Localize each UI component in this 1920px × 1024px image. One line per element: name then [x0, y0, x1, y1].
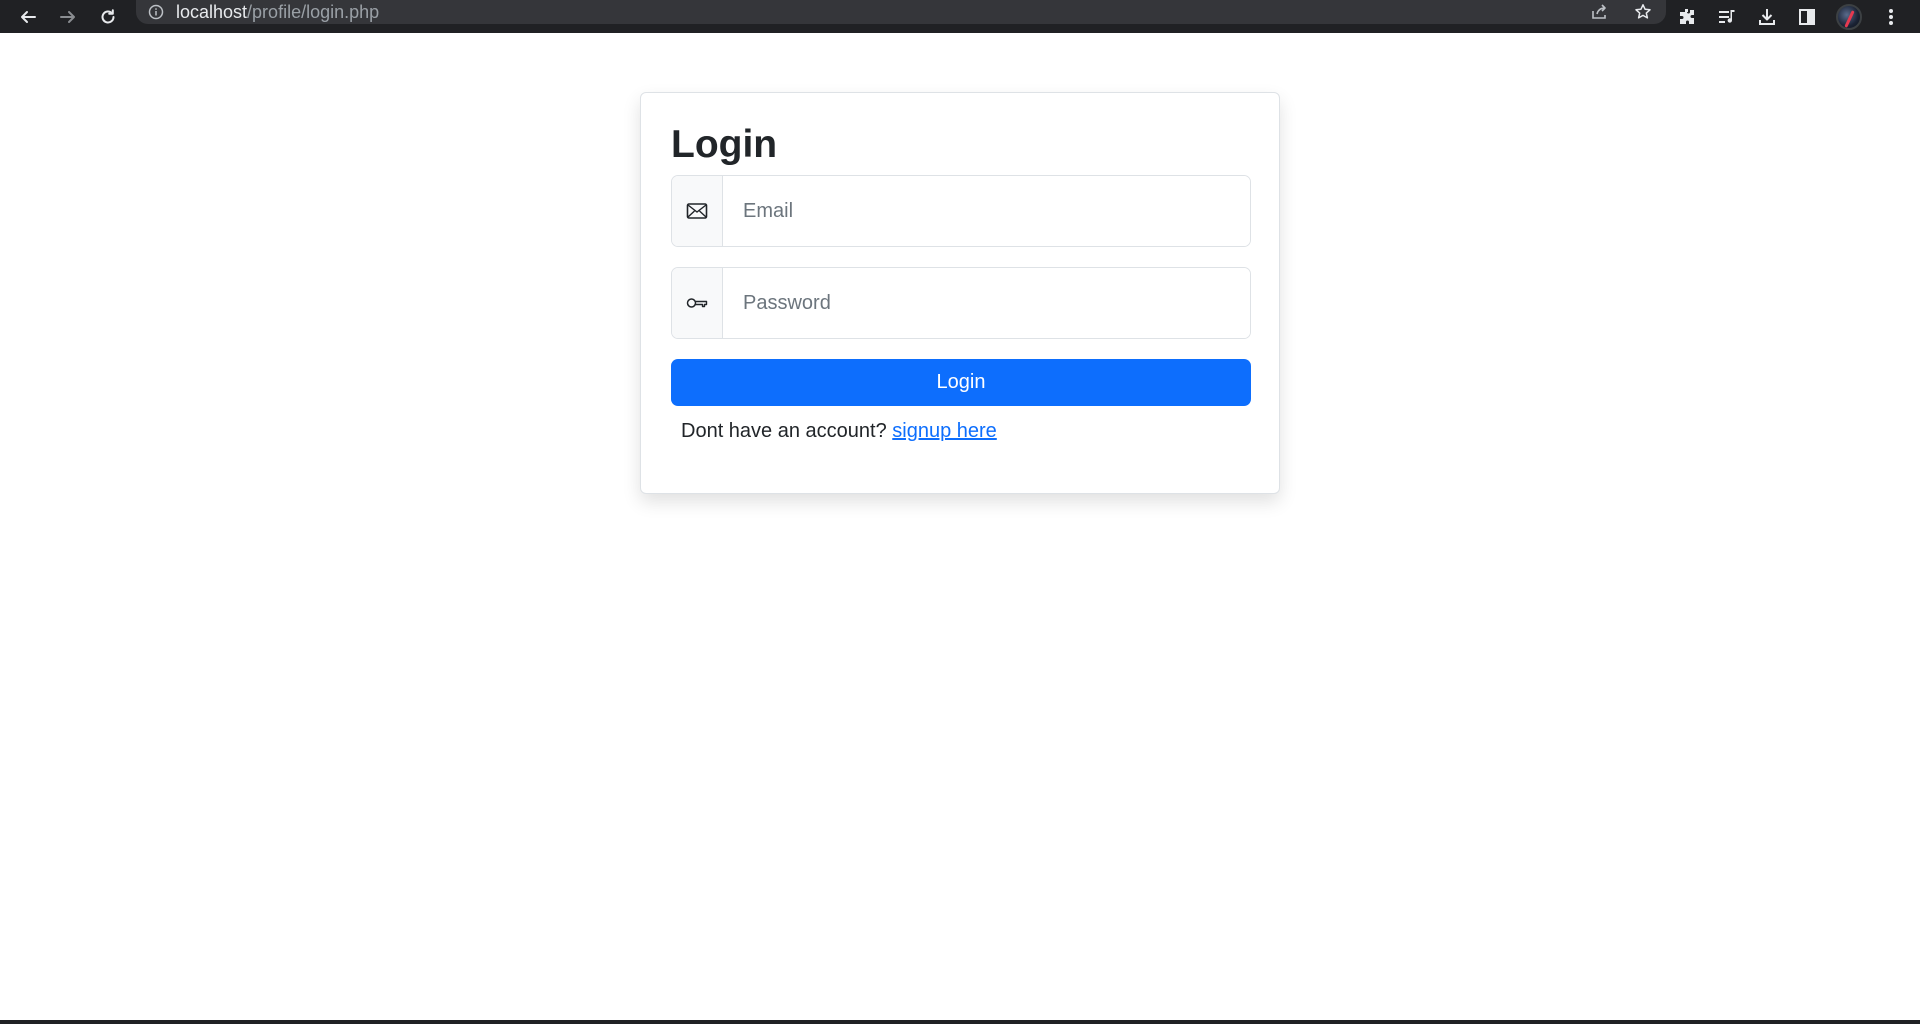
page-title: Login [671, 123, 778, 166]
browser-toolbar: localhost/profile/login.php [0, 0, 1920, 33]
reload-icon [101, 8, 115, 23]
signup-link[interactable]: signup here [892, 420, 997, 442]
password-field[interactable] [723, 268, 1250, 338]
back-arrow-icon [21, 10, 36, 23]
password-input-group [671, 267, 1251, 339]
window-bottom-edge [0, 1020, 1920, 1024]
star-icon[interactable] [1632, 1, 1654, 23]
signup-prompt-text: Dont have an account? [681, 420, 887, 442]
url-path: /profile/login.php [247, 1, 380, 22]
menu-icon[interactable] [1880, 6, 1902, 28]
email-field[interactable] [723, 176, 1250, 246]
envelope-icon [672, 176, 723, 246]
forward-arrow-icon [60, 10, 75, 23]
site-info-icon[interactable] [148, 4, 164, 20]
share-icon[interactable] [1588, 1, 1610, 23]
email-input-group [671, 175, 1251, 247]
forward-button[interactable] [48, 0, 88, 33]
media-icon[interactable] [1716, 6, 1738, 28]
profile-avatar[interactable] [1836, 3, 1862, 30]
download-icon[interactable] [1756, 6, 1778, 28]
signup-prompt: Dont have an account? signup here [671, 420, 1249, 443]
reload-button[interactable] [88, 0, 128, 33]
url-host: localhost [176, 1, 248, 22]
address-bar[interactable]: localhost/profile/login.php [136, 0, 1666, 24]
key-icon [672, 268, 723, 338]
back-button[interactable] [8, 0, 48, 33]
login-button[interactable]: Login [671, 359, 1251, 406]
url-text: localhost/profile/login.php [176, 2, 379, 23]
extensions-icon[interactable] [1676, 6, 1698, 28]
side-panel-icon[interactable] [1796, 6, 1818, 28]
login-card: Login Login Dont have an account? signup… [640, 92, 1280, 494]
